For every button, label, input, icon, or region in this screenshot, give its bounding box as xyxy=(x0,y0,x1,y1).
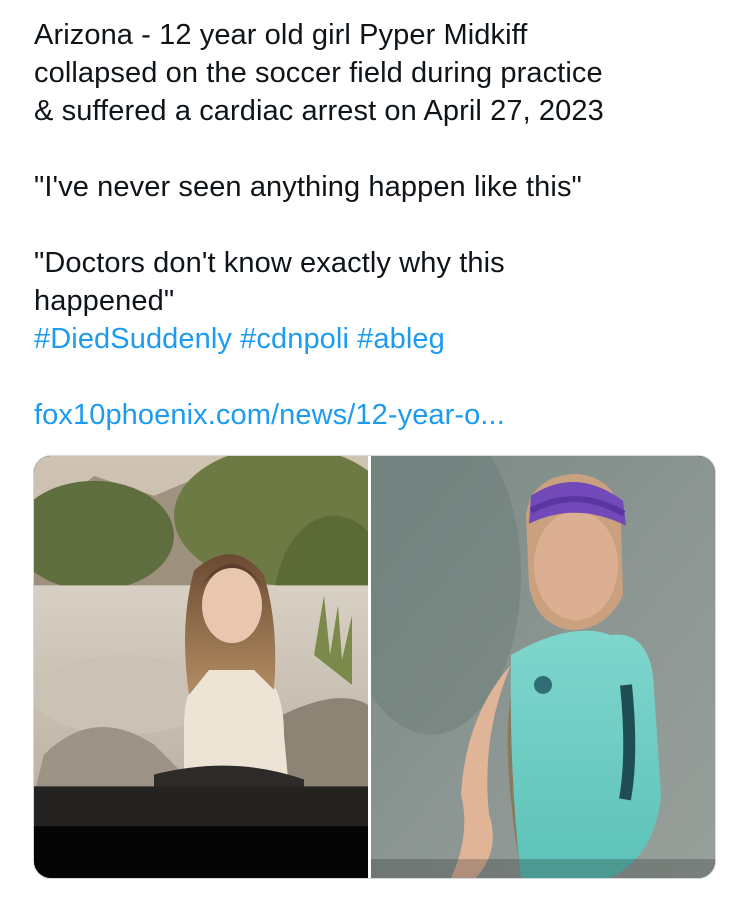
photo-image xyxy=(371,456,715,878)
article-link[interactable]: fox10phoenix.com/news/12-year-o... xyxy=(34,396,734,434)
tweet-line: & suffered a cardiac arrest on April 27,… xyxy=(34,95,604,127)
tweet-quote: "Doctors don't know exactly why this xyxy=(34,247,505,279)
line-spacer xyxy=(34,130,734,168)
photo-image xyxy=(34,456,368,878)
photo-girl-sitting-on-rock[interactable] xyxy=(34,456,368,878)
tweet-line: collapsed on the soccer field during pra… xyxy=(34,57,603,89)
hashtag-link[interactable]: #DiedSuddenly xyxy=(34,323,232,355)
photo-girl-soccer-jersey[interactable] xyxy=(371,456,715,878)
tweet-text: Arizona - 12 year old girl Pyper Midkiff… xyxy=(34,16,734,434)
hashtag-row: #DiedSuddenly #cdnpoli #ableg xyxy=(34,320,734,358)
line-spacer xyxy=(34,206,734,244)
tweet-line: Arizona - 12 year old girl Pyper Midkiff xyxy=(34,19,528,51)
line-spacer xyxy=(34,358,734,396)
hashtag-link[interactable]: #ableg xyxy=(357,323,445,355)
tweet-quote: happened" xyxy=(34,285,175,317)
hashtag-link[interactable]: #cdnpoli xyxy=(240,323,349,355)
media-card[interactable] xyxy=(33,455,716,879)
tweet-quote: "I've never seen anything happen like th… xyxy=(34,171,582,203)
